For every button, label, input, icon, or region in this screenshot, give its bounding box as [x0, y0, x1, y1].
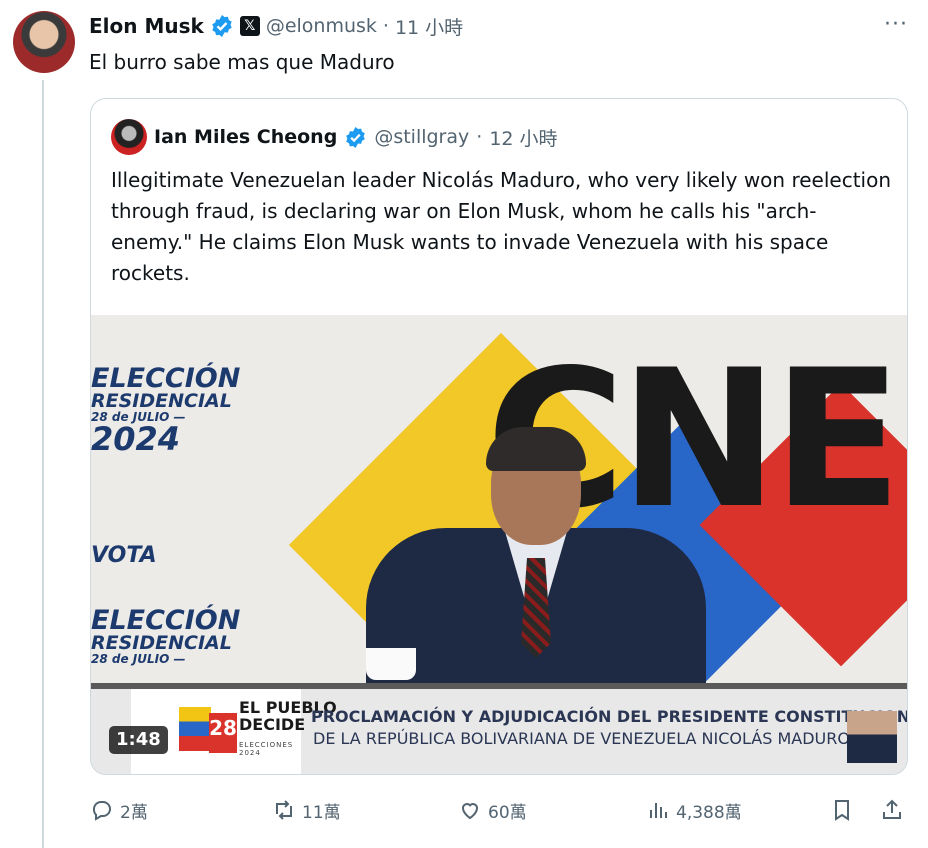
- vota-label: VOTA: [91, 543, 157, 568]
- speaker-hair: [486, 427, 586, 471]
- quoted-tweet[interactable]: Ian Miles Cheong @stillgray · 12 小時 Ille…: [90, 98, 908, 775]
- banner-date-number: 28: [209, 713, 237, 753]
- banner-headline: PROCLAMACIÓN Y ADJUDICACIÓN DEL PRESIDEN…: [311, 707, 907, 726]
- eleccion-poster-top: ELECCIÓN RESIDENCIAL 28 de JULIO — 2024: [91, 363, 241, 458]
- speaker-thumbnail: [847, 711, 897, 763]
- view-count: 4,388萬: [676, 802, 742, 823]
- author-handle[interactable]: @elonmusk: [266, 15, 377, 37]
- tweet-timestamp[interactable]: 11 小時: [395, 13, 463, 40]
- verified-badge-icon: [212, 15, 232, 37]
- video-player[interactable]: CNE ELECCIÓN RESIDENCIAL 28 de JULIO — 2…: [91, 315, 907, 774]
- quote-header: Ian Miles Cheong @stillgray · 12 小時: [111, 119, 558, 155]
- reply-icon: [92, 801, 111, 821]
- eleccion-title: ELECCIÓN: [91, 363, 241, 394]
- verified-badge-icon: [346, 126, 366, 148]
- banner-brand-sub: ELECCIONES 2024: [239, 741, 294, 757]
- news-lower-third: 28 EL PUEBLO DECIDE ELECCIONES 2024 PROC…: [91, 689, 907, 774]
- tweet-header: Elon Musk 𝕏 @elonmusk · 11 小時: [89, 10, 463, 42]
- separator-dot: ·: [476, 126, 483, 148]
- analytics-icon: [650, 803, 667, 818]
- eleccion-poster-bottom: ELECCIÓN RESIDENCIAL 28 de JULIO —: [91, 605, 241, 666]
- reply-button[interactable]: 2萬: [90, 792, 148, 828]
- repost-count: 11萬: [302, 802, 341, 823]
- separator-dot: ·: [382, 15, 389, 37]
- bookmark-button[interactable]: [830, 792, 854, 828]
- bookmark-icon: [835, 800, 849, 821]
- eleccion-subtitle: RESIDENCIAL: [91, 632, 232, 654]
- banner-brand-line2: DECIDE: [239, 715, 306, 734]
- author-avatar[interactable]: [13, 11, 75, 73]
- thread-line: [42, 80, 44, 848]
- quote-author-name[interactable]: Ian Miles Cheong: [154, 126, 337, 148]
- coffee-mug: [366, 648, 416, 680]
- ballot-box-icon: [179, 707, 211, 751]
- quote-author-avatar[interactable]: [111, 119, 147, 155]
- video-duration: 1:48: [109, 726, 168, 754]
- eleccion-date: 28 de JULIO —: [91, 652, 186, 666]
- heart-icon: [461, 803, 479, 820]
- repost-button[interactable]: 11萬: [272, 792, 341, 828]
- eleccion-year: 2024: [91, 420, 181, 458]
- eleccion-title: ELECCIÓN: [91, 605, 241, 636]
- quote-text: Illegitimate Venezuelan leader Nicolás M…: [111, 168, 892, 285]
- banner-subheadline: DE LA REPÚBLICA BOLIVARIANA DE VENEZUELA…: [313, 729, 850, 748]
- like-count: 60萬: [488, 802, 527, 823]
- more-options-icon[interactable]: ···: [884, 12, 908, 37]
- views-button[interactable]: 4,388萬: [646, 792, 742, 828]
- tweet-text: El burro sabe mas que Maduro: [89, 50, 395, 74]
- author-name[interactable]: Elon Musk: [89, 14, 204, 38]
- x-affiliation-icon: 𝕏: [239, 16, 260, 36]
- repost-icon: [276, 800, 292, 820]
- like-button[interactable]: 60萬: [458, 792, 527, 828]
- tweet-actions: 2萬 11萬 60萬 4,388萬: [90, 792, 910, 828]
- reply-count: 2萬: [120, 802, 148, 823]
- eleccion-subtitle: RESIDENCIAL: [91, 390, 232, 412]
- quote-author-handle[interactable]: @stillgray: [374, 126, 469, 148]
- share-button[interactable]: [880, 792, 904, 828]
- quote-timestamp[interactable]: 12 小時: [489, 124, 557, 151]
- share-icon: [883, 799, 901, 819]
